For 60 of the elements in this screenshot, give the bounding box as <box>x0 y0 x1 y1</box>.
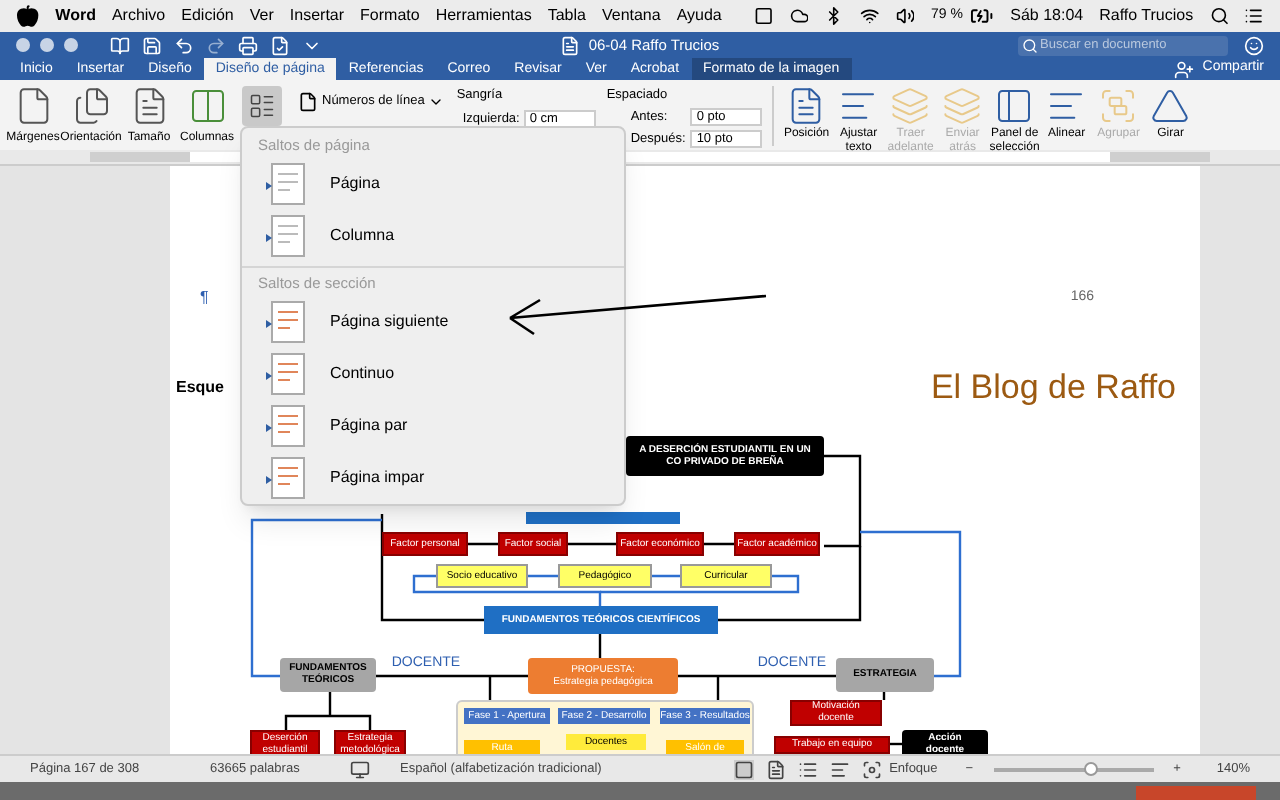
caret-icon <box>428 94 445 110</box>
paragraph-mark: ¶ <box>200 286 209 310</box>
document-check-icon[interactable] <box>270 35 290 55</box>
page-view-icon[interactable] <box>765 759 786 779</box>
blog-title: El Blog de Raffo <box>930 366 1176 410</box>
menu-item[interactable]: Continuo <box>242 348 624 400</box>
wifi-icon[interactable] <box>860 6 880 26</box>
page-break-icon <box>266 214 310 258</box>
menu-item[interactable]: Página siguiente <box>242 296 624 348</box>
menu-item[interactable]: Insertar <box>289 4 345 28</box>
print-icon[interactable] <box>238 35 258 55</box>
menu-item[interactable]: Archivo <box>111 4 166 28</box>
page-break-icon <box>266 456 310 500</box>
triangle-icon <box>1150 86 1191 126</box>
heading-text: Esque <box>176 375 225 400</box>
cloud-icon[interactable] <box>789 6 809 26</box>
menu-item[interactable]: Ver <box>249 4 274 28</box>
breaks-icon <box>248 92 276 120</box>
menu-item[interactable]: Ventana <box>601 4 661 28</box>
zoom-thumb[interactable] <box>1083 761 1098 775</box>
menu-item[interactable]: Formato <box>360 4 420 28</box>
draft-view-icon[interactable] <box>829 759 850 779</box>
sidebar-icon[interactable] <box>110 35 130 55</box>
connector-line <box>824 453 864 553</box>
focus-icon <box>861 759 882 779</box>
menu-item[interactable]: Word <box>55 4 96 28</box>
panel-icon <box>994 86 1035 126</box>
volume-icon[interactable] <box>895 6 915 26</box>
menu-item[interactable]: Edición <box>181 4 234 28</box>
menu-item[interactable]: Ayuda <box>676 4 722 28</box>
columns-icon <box>187 86 227 126</box>
user-name[interactable]: Raffo Trucios <box>1099 4 1194 28</box>
status-icon[interactable] <box>753 6 774 26</box>
menu-item[interactable]: Tabla <box>547 4 586 28</box>
search-icon[interactable] <box>1209 6 1229 26</box>
menu-item[interactable]: Columna <box>242 210 624 262</box>
pages-icon <box>71 86 111 126</box>
layers-icon <box>942 86 983 126</box>
breaks-button[interactable] <box>242 86 282 126</box>
clock-text[interactable]: Sáb 18:04 <box>1010 4 1084 28</box>
menu-item[interactable]: Página <box>242 158 624 210</box>
list-icon[interactable] <box>1244 6 1265 26</box>
feedback-icon[interactable] <box>1244 35 1264 55</box>
page-break-icon <box>266 404 310 448</box>
desktop-element <box>1136 786 1256 800</box>
undo-icon[interactable] <box>174 35 194 55</box>
apple-icon[interactable] <box>16 4 40 28</box>
menu-item[interactable]: Página impar <box>242 452 624 504</box>
menu-item[interactable]: Herramientas <box>435 4 532 28</box>
search-icon <box>1022 37 1038 53</box>
page-icon <box>298 92 318 112</box>
page-break-icon <box>266 352 310 396</box>
page-break-icon <box>266 300 310 344</box>
menu-item[interactable]: Página par <box>242 400 624 452</box>
save-icon[interactable] <box>142 35 162 55</box>
document-icon <box>560 35 581 55</box>
battery-icon[interactable] <box>970 4 995 28</box>
layers-icon <box>890 86 931 126</box>
group-icon <box>1098 86 1139 126</box>
page-break-icon <box>266 162 310 206</box>
